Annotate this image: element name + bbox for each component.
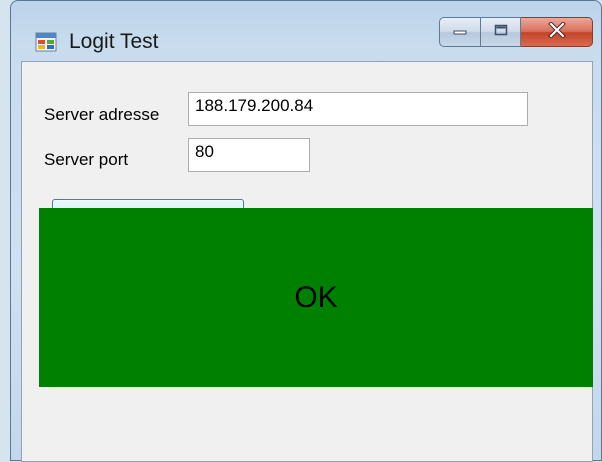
app-window: Logit Test Server adresse 188.179.200.84…	[10, 0, 602, 462]
server-address-label: Server adresse	[44, 105, 160, 124]
server-port-label: Server port	[44, 150, 129, 169]
maximize-icon	[494, 23, 508, 41]
maximize-button[interactable]	[481, 17, 521, 47]
status-text: OK	[294, 280, 338, 314]
close-icon	[547, 20, 566, 43]
server-address-input[interactable]: 188.179.200.84	[188, 92, 528, 126]
minimize-button[interactable]	[439, 17, 481, 47]
window-title: Logit Test	[69, 30, 159, 53]
windows-form-icon	[35, 32, 57, 52]
title-bar[interactable]: Logit Test	[11, 1, 601, 61]
minimize-icon	[453, 23, 467, 41]
status-panel: OK	[39, 208, 593, 387]
server-port-input[interactable]: 80	[188, 138, 310, 172]
close-button[interactable]	[521, 17, 593, 47]
caption-buttons	[439, 17, 593, 49]
